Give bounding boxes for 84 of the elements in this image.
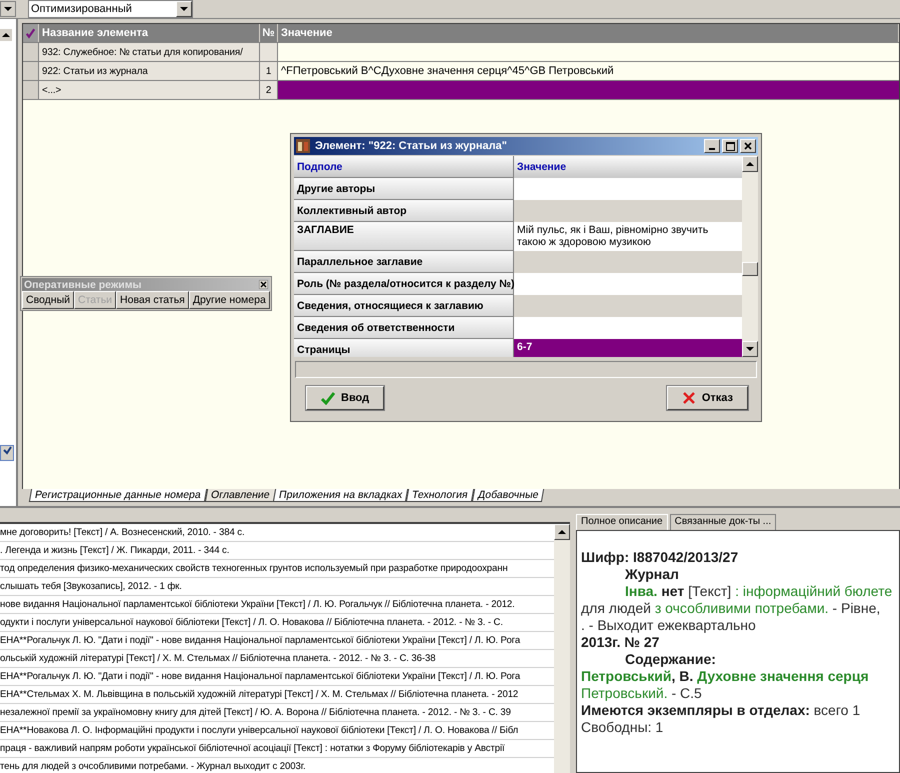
field-value[interactable] [514,317,742,339]
field-value[interactable] [514,251,742,273]
check-dropdown-button[interactable] [0,445,14,461]
tab[interactable]: Полное описание [576,514,668,530]
window-title: Элемент: "922: Статьи из журнала" [315,140,508,152]
record-row[interactable]: незалежної премії за україномовну книгу для дітей [Текст] / Ю. А. Ворона // Бібліотечна планета. - 2012. - № 3. - С. 39 [0,704,554,722]
column-header: Значение [278,24,899,42]
panel-title: Оперативные режимы [24,278,142,290]
record-row[interactable]: праця - важливий напрям роботи української бібліотечної асоціації [Текст] : нотатки з Форуму бібліотекарів у Австрії [0,740,554,758]
record-row[interactable]: ЕНА**Новакова Л. О. Інформаційні продукти і послуги універсальної наукової бібліотеки [Текст] / Л. О. Новакова // Бібл [0,722,554,740]
close-button[interactable] [740,139,756,153]
field-label: Коллективный автор [294,200,514,222]
record-row[interactable]: . Легенда и жизнь [Текст] / Ж. Пикарди, 2011. - 344 с. [0,542,554,560]
minimize-button[interactable] [704,139,720,153]
scrollbar[interactable] [742,156,758,357]
cancel-button[interactable]: Отказ [666,386,748,410]
row-header[interactable] [23,81,39,99]
table-cell[interactable]: ^FПетровський В^CДуховне значення серця^45^GB Петровський [278,62,899,80]
column-header: Название элемента [39,24,260,42]
table-cell: 1 [260,62,278,80]
field-label: Параллельное заглавие [294,251,514,273]
description-line: Петровський. - С.5 [581,685,703,702]
check-icon [321,391,335,405]
record-row[interactable]: ЕНА**Рогальчук Л. Ю. "Дати і події" - нове видання Національної парламентської бібліотеки України [Текст] / Л. Ю. Рога [0,668,554,686]
field-value[interactable] [514,273,742,295]
mode-button[interactable]: Новая статья [116,291,189,309]
record-row[interactable]: слышать тебя [Звукозапись], 2012. - 1 фк. [0,578,554,596]
record-row[interactable]: одукти і послуги універсальної наукової бібліотеки [Текст] / Л. О. Новакова // Бібліотечна планета. - 2012. - № 3. - С. [0,614,554,632]
record-row[interactable]: ЕНА**Стельмах Х. М. Львівщина в польській художній літературі [Текст] / Х. М. Стельмах // Бібліотечна планета. - 2012 [0,686,554,704]
record-row[interactable]: тод определения физико-механических свойств техногенных грунтов используемый при разработке природоохранн [0,560,554,578]
field-label: Сведения, относящиеся к заглавию [294,295,514,317]
close-icon [682,391,696,405]
description-line: Петровський, В. Духовне значення серця [581,668,870,685]
record-row[interactable]: ольській художній літературі [Текст] / Х. М. Стельмах // Бібліотечна планета. - 2012. - № 3. - С. 36-38 [0,650,554,668]
maximize-button[interactable] [722,139,738,153]
field-value[interactable] [514,200,742,222]
table-cell: 2 [260,81,278,99]
record-row[interactable]: мне договорить! [Текст] / А. Вознесенский, 2010. - 384 с. [0,524,554,542]
check-icon [2,446,12,455]
field-value[interactable] [514,295,742,317]
ok-button[interactable]: Ввод [306,386,384,410]
record-row[interactable]: ЕНА**Рогальчук Л. Ю. "Дати і події" - нове видання Національної парламентської бібліотеки України [Текст] / Л. Ю. Рога [0,632,554,650]
field-value[interactable]: 6-7 [514,339,742,357]
table-cell: 932: Служебное: № статьи для копирования/ [39,43,260,61]
field-label: Другие авторы [294,178,514,200]
scrollbar[interactable] [554,524,570,773]
dropdown-arrow-button[interactable] [0,1,16,17]
description-line: . - Выходит ежеквартально [581,617,757,634]
field-label: Роль (№ раздела/относится к разделу №) [294,273,514,295]
tab[interactable]: Добавочные [472,489,545,502]
description-line: для людей з очсобливими потребами. - Рівне, [581,600,882,617]
description-line: Журнал [624,566,680,583]
mode-button[interactable]: Другие номера [188,291,270,309]
column-header: № [260,24,278,42]
column-header: Подполе [294,156,514,178]
tab[interactable]: Приложения на вкладках [273,489,409,502]
field-label: Сведения об ответственности [294,317,514,339]
description-line: Інва. нет [Текст] : інформаційний бюлете [624,583,894,600]
close-icon[interactable] [258,280,268,289]
description-line: Шифр: I887042/2013/27 [581,549,740,566]
description-line: Свободны: 1 [581,719,664,736]
close-icon [744,142,752,150]
table-cell: 922: Статьи из журнала [39,62,260,80]
row-header[interactable] [23,62,39,80]
field-value[interactable]: Мій пульс, як і Ваш, рівномірно звучить такою ж здоровою музикою [514,222,742,251]
description-line: 2013г. № 27 [581,634,660,651]
tab[interactable]: Технология [406,489,474,502]
check-mark-icon [26,27,35,39]
field-label: ЗАГЛАВИЕ [294,222,514,251]
description-line: Имеются экземпляры в отделах: всего 1 [581,702,862,719]
row-header[interactable] [23,43,39,61]
tab[interactable]: Оглавление [204,489,276,502]
record-row[interactable]: нове видання Національної парламентської бібліотеки України [Текст] / Л. Ю. Рогальчук // Бібліотечна планета. - 2012. [0,596,554,614]
table-cell: <...> [39,81,260,99]
app-icon [296,139,310,153]
field-value[interactable] [514,178,742,200]
description-line: Содержание: [624,651,717,668]
scroll-up-button[interactable] [0,29,12,41]
field-label: Страницы [294,339,514,357]
column-header: Значение [514,156,742,178]
mode-select[interactable]: Оптимизированный [28,0,193,18]
mode-button[interactable]: Сводный [22,291,74,309]
table-cell[interactable] [278,81,899,99]
tab[interactable]: Регистрационные данные номера [28,489,207,502]
